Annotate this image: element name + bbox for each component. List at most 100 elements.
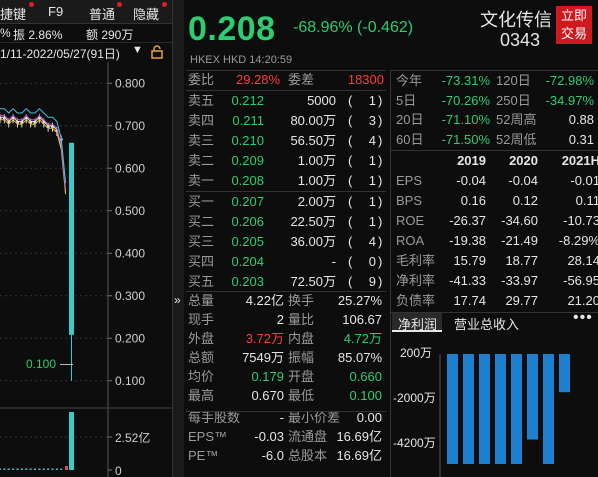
ob-count: 1 <box>368 214 376 229</box>
perf-value: -72.98% <box>545 73 594 88</box>
fin-value: 28.14 <box>567 253 598 268</box>
ob-volume: 22.50万 <box>290 214 336 229</box>
perf-value: 0.88 <box>568 112 594 127</box>
diff-label: 委差 <box>288 72 315 87</box>
fin-value: -10.73 <box>563 213 598 228</box>
stat-label: PE™ <box>188 448 219 463</box>
orderbook-row: 买一 0.207 2.00万 (1) <box>188 192 384 212</box>
perf-label: 5日 <box>396 92 417 108</box>
fin-value: 0.11 <box>575 193 598 208</box>
ob-count: 9 <box>368 274 376 289</box>
fin-year: 2021H <box>561 153 598 168</box>
profit-bar <box>447 354 458 464</box>
tab-f9[interactable]: F9 <box>48 4 63 19</box>
orderbook-row: 买二 0.206 22.50万 (1) <box>188 212 384 232</box>
stat-label: 外盘 <box>188 331 215 346</box>
fin-label: BPS <box>396 193 423 208</box>
tab-shortcut[interactable]: 捷键 <box>0 4 26 23</box>
ob-label: 买二 <box>188 214 215 229</box>
candle-last <box>69 142 74 335</box>
perf-label: 60日 <box>396 131 424 147</box>
ob-volume: 2.00万 <box>297 194 336 209</box>
profit-bar <box>479 354 490 464</box>
fin-label: EPS <box>396 173 423 188</box>
ob-label: 卖五 <box>188 93 215 108</box>
stat-label: 最低 <box>288 388 315 403</box>
tab-net-profit[interactable]: 净利润 <box>392 313 442 332</box>
stat-value: 16.69亿 <box>336 448 382 463</box>
stat-row: 均价 0.179 开盘 0.660 <box>188 367 384 386</box>
perf-label: 今年 <box>396 73 423 88</box>
ob-volume: 36.00万 <box>290 234 336 249</box>
stat-value: 2 <box>276 312 284 327</box>
ob-paren-open: ( <box>348 234 353 249</box>
perf-value: 0.31 <box>568 131 594 147</box>
profit-tick-1: 200万 <box>400 346 433 360</box>
stat-value: -6.0 <box>261 448 284 463</box>
perf-label: 52周高 <box>496 112 537 127</box>
profit-bars <box>447 354 570 464</box>
collapse-arrow-icon[interactable]: » <box>174 293 181 307</box>
tab-hide[interactable]: 隐藏 <box>133 4 159 23</box>
more-icon[interactable]: ••• <box>573 309 593 327</box>
volume-bar <box>65 466 68 470</box>
ob-price: 0.203 <box>231 274 264 289</box>
ob-paren-open: ( <box>348 214 353 229</box>
ob-count: 4 <box>368 133 376 148</box>
ob-label: 卖一 <box>188 173 215 188</box>
fin-value: -8.29% <box>558 233 598 248</box>
stat-value: 16.69亿 <box>336 429 382 444</box>
fin-label: 负债率 <box>396 293 436 308</box>
ob-price: 0.210 <box>231 133 264 148</box>
ma-line-2 <box>0 114 67 190</box>
stat-value: 85.07% <box>337 350 382 365</box>
perf-label: 20日 <box>396 112 424 127</box>
stat-value: 0.100 <box>349 388 382 403</box>
ob-paren-open: ( <box>348 113 353 128</box>
date-range[interactable]: 1/11-2022/05/27(91日) <box>0 45 132 62</box>
tab-normal-badge <box>117 2 122 7</box>
orderbook-row: 买五 0.203 72.50万 (9) <box>188 272 384 292</box>
volume-bar <box>47 468 50 470</box>
stat-row: 总额 7549万 振幅 85.07% <box>188 348 384 367</box>
stat-value: 4.22亿 <box>245 293 284 308</box>
ob-price: 0.204 <box>231 254 264 269</box>
vol-tick-label: 2.52亿 <box>115 430 150 445</box>
tab-revenue[interactable]: 营业总收入 <box>454 314 519 333</box>
volume-bar <box>3 468 6 470</box>
ob-label: 卖二 <box>188 153 215 168</box>
dropdown-icon[interactable]: ▼ <box>132 44 143 56</box>
ob-paren-close: ) <box>378 214 383 229</box>
fin-row: 负债率 17.74 29.77 21.20 <box>396 291 598 311</box>
fin-value: 18.77 <box>505 253 538 268</box>
fin-label: 净利率 <box>396 273 436 288</box>
fin-value: -26.37 <box>449 213 486 228</box>
stat-label: 最高 <box>188 388 215 403</box>
ob-price: 0.205 <box>231 234 264 249</box>
right-panel-divider <box>390 70 391 477</box>
tab-normal[interactable]: 普通 <box>89 4 115 23</box>
diff-value: 18300 <box>347 72 384 87</box>
lock-icon[interactable] <box>150 45 164 59</box>
ob-count: 1 <box>368 173 376 188</box>
profit-tick-3: -4200万 <box>393 436 436 450</box>
low-annotation: 0.100 <box>26 357 57 371</box>
volume-bar <box>42 468 45 470</box>
profit-bar <box>527 354 538 440</box>
stat-row: 外盘 3.72万 内盘 4.72万 <box>188 329 384 348</box>
ob-sep-2 <box>186 191 386 192</box>
fin-value: 15.79 <box>453 253 486 268</box>
ob-paren-close: ) <box>378 254 383 269</box>
trade-button[interactable]: 立即交易 <box>556 6 592 44</box>
volume-bar <box>69 412 74 470</box>
ob-price: 0.212 <box>231 93 264 108</box>
perf-value: -71.50% <box>441 131 490 147</box>
profit-bar <box>511 354 522 464</box>
ratio-label: 委比 <box>188 72 215 87</box>
y-tick-label: 0.800 <box>115 76 145 90</box>
volume-bar <box>51 468 54 470</box>
fin-row: 净利率 -41.33 -33.97 -56.95 <box>396 271 598 291</box>
fin-value: -0.01 <box>570 173 598 188</box>
ob-price: 0.209 <box>231 153 264 168</box>
ob-paren-close: ) <box>378 234 383 249</box>
